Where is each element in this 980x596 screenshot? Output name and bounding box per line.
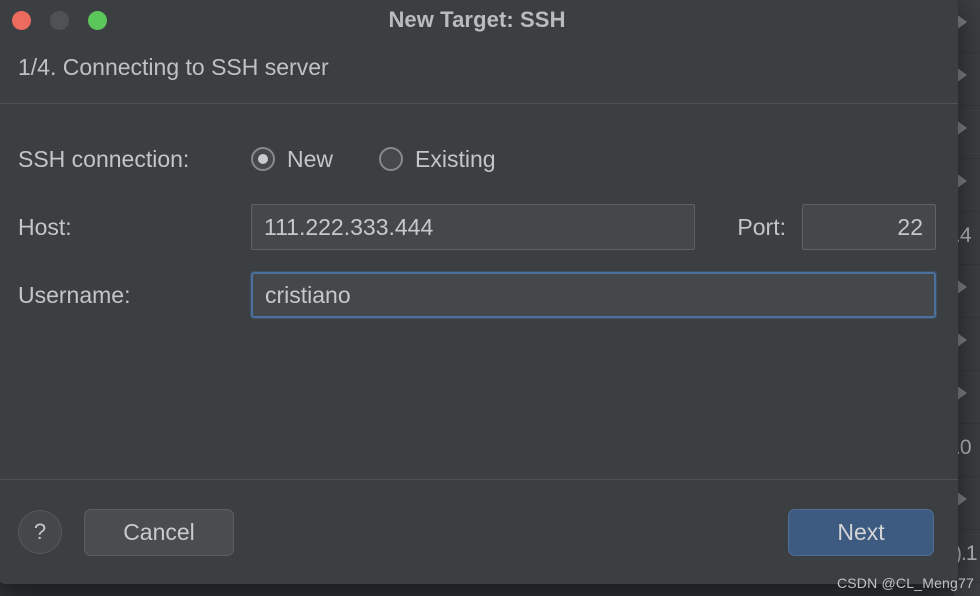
help-button[interactable]: ? — [18, 510, 62, 554]
port-label: Port: — [737, 213, 786, 240]
dialog-footer: ? Cancel Next — [0, 480, 958, 584]
host-label: Host: — [18, 213, 72, 240]
radio-label-new: New — [287, 145, 334, 172]
watermark: CSDN @CL_Meng77 — [836, 575, 974, 591]
username-input[interactable] — [251, 272, 936, 318]
form-area: SSH connection: New Existing Host: Port:… — [0, 104, 958, 479]
radio-unselected-icon[interactable] — [379, 147, 404, 171]
port-input[interactable] — [802, 204, 936, 250]
ssh-connection-radio-group: New Existing — [251, 146, 542, 173]
next-button[interactable]: Next — [788, 508, 934, 556]
step-header: 1/4. Connecting to SSH server — [18, 54, 329, 80]
ssh-connection-row: SSH connection: New Existing — [18, 136, 936, 182]
host-input[interactable] — [251, 204, 696, 250]
window-title: New Target: SSH — [388, 7, 566, 32]
title-bar: New Target: SSH — [0, 0, 958, 44]
radio-selected-icon[interactable] — [251, 147, 275, 171]
username-row: Username: — [18, 272, 936, 318]
radio-label-existing: Existing — [415, 145, 496, 172]
new-target-ssh-dialog: New Target: SSH 1/4. Connecting to SSH s… — [0, 0, 958, 584]
ssh-connection-label: SSH connection: — [18, 145, 190, 172]
radio-option-existing[interactable]: Existing — [379, 146, 496, 173]
background-value: ).1 — [955, 542, 977, 565]
radio-option-new[interactable]: New — [251, 146, 333, 173]
username-label: Username: — [18, 281, 131, 308]
cancel-button[interactable]: Cancel — [84, 508, 234, 556]
host-row: Host: Port: — [18, 204, 936, 250]
